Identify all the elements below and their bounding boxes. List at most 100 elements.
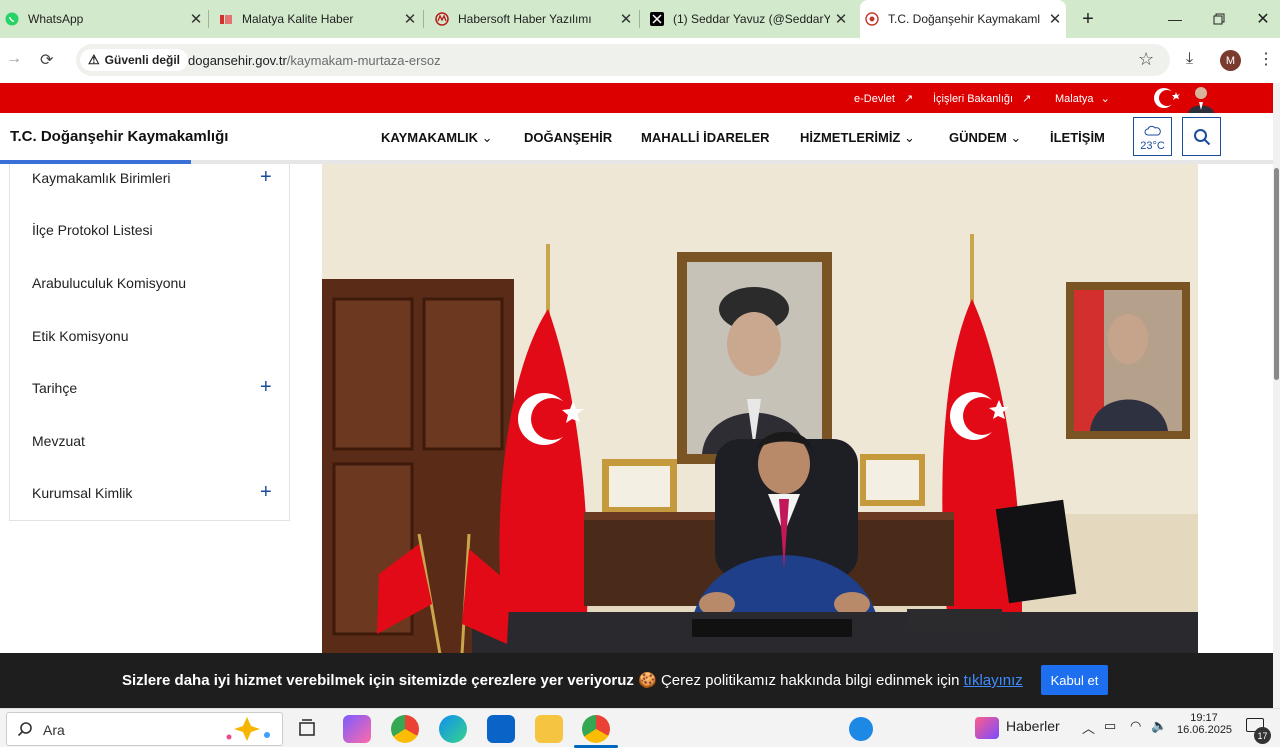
cookie-policy-link[interactable]: tıklayınız (964, 672, 1023, 689)
menu-label: HİZMETLERİMİZ (800, 130, 901, 145)
forward-icon[interactable]: → (6, 50, 22, 68)
edge-app-icon[interactable] (439, 715, 467, 743)
link-malatya[interactable]: Malatya ⌄ (1055, 92, 1110, 105)
tab-title: WhatsApp (28, 12, 84, 26)
turkish-flag-crescent-icon (1154, 88, 1180, 108)
chevron-down-icon: ⌄ (481, 130, 493, 145)
url-text[interactable]: dogansehir.gov.tr/kaymakam-murtaza-ersoz (188, 53, 441, 68)
clock-time: 19:17 (1190, 712, 1218, 724)
cookie-banner: Sizlere daha iyi hizmet verebilmek için … (0, 653, 1273, 708)
windows-taskbar: Ara Haberler ︿ ▭ ◠ 🔈 19:17 16.06.2025 17 (0, 708, 1280, 748)
search-icon (17, 722, 32, 737)
weather-widget[interactable]: 23°C (1133, 117, 1172, 156)
menu-hizmetlerimiz[interactable]: HİZMETLERİMİZ ⌄ (800, 130, 915, 146)
chrome-app-icon[interactable] (391, 715, 419, 743)
download-icon[interactable]: ⤓ (1186, 50, 1193, 68)
expand-plus-icon[interactable]: + (260, 481, 272, 504)
menu-label: KAYMAKAMLIK (381, 130, 479, 145)
task-view-icon[interactable] (293, 715, 321, 743)
sidebar-item-mevzuat[interactable]: Mevzuat (32, 433, 85, 449)
tab-dogansehir-active[interactable]: T.C. Doğanşehir Kaymakaml ✕ (860, 0, 1066, 38)
help-icon[interactable] (849, 717, 873, 741)
sidebar-item-etik-komisyonu[interactable]: Etik Komisyonu (32, 328, 128, 344)
whatsapp-icon (4, 11, 20, 27)
clock[interactable]: 19:17 16.06.2025 (1177, 712, 1232, 736)
minimize-icon[interactable]: — (1153, 0, 1197, 38)
accept-cookies-button[interactable]: Kabul et (1041, 665, 1108, 695)
tab-whatsapp[interactable]: WhatsApp ✕ (0, 0, 207, 38)
expand-plus-icon[interactable]: + (260, 166, 272, 189)
wifi-icon[interactable]: ◠ (1130, 718, 1141, 734)
close-tab-icon[interactable]: ✕ (1044, 10, 1066, 28)
search-button[interactable] (1182, 117, 1221, 156)
menu-label: GÜNDEM (949, 130, 1007, 145)
tab-title: Malatya Kalite Haber (242, 12, 354, 26)
sidebar-item-arabuluculuk-komisyonu[interactable]: Arabuluculuk Komisyonu (32, 275, 186, 291)
close-tab-icon[interactable]: ✕ (399, 10, 421, 28)
external-arrow-icon: ↗ (904, 93, 914, 105)
link-edevlet[interactable]: e-Devlet ↗ (854, 92, 913, 105)
news-widget-label[interactable]: Haberler (1006, 718, 1060, 734)
tab-habersoft[interactable]: Habersoft Haber Yazılımı ✕ (430, 0, 637, 38)
volume-icon[interactable]: 🔈 (1151, 718, 1167, 734)
tab-title: Habersoft Haber Yazılımı (458, 12, 592, 26)
warning-icon: ⚠ (88, 52, 100, 67)
browser-tab-strip: WhatsApp ✕ Malatya Kalite Haber ✕ Habers… (0, 0, 1280, 38)
url-path: /kaymakam-murtaza-ersoz (286, 53, 441, 68)
chevron-down-icon: ⌄ (904, 130, 915, 145)
reload-icon[interactable]: ⟳ (40, 50, 53, 70)
office-scene-illustration (322, 164, 1198, 654)
chevron-up-icon[interactable]: ︿ (1082, 718, 1095, 737)
sidebar-item-kurumsal-kimlik[interactable]: Kurumsal Kimlik (32, 485, 132, 501)
cookie-bold-text: Sizlere daha iyi hizmet verebilmek için … (122, 672, 634, 689)
new-tab-button[interactable]: + (1066, 0, 1110, 38)
close-window-icon[interactable]: ✕ (1241, 0, 1280, 38)
bookmark-star-icon[interactable]: ☆ (1138, 49, 1154, 70)
notification-badge: 17 (1254, 727, 1271, 744)
tab-title: T.C. Doğanşehir Kaymakaml (888, 12, 1041, 26)
copilot-app-icon[interactable] (343, 715, 371, 743)
tab-separator (423, 10, 424, 28)
link-icisleri[interactable]: İçişleri Bakanlığı ↗ (933, 92, 1031, 105)
more-menu-icon[interactable]: ⋮ (1258, 49, 1274, 69)
profile-avatar[interactable]: M (1220, 50, 1241, 71)
menu-gundem[interactable]: GÜNDEM ⌄ (949, 130, 1021, 146)
sidebar-item-kaymakamlik-birimleri[interactable]: Kaymakamlık Birimleri (32, 170, 170, 186)
menu-dogansehir[interactable]: DOĞANŞEHİR (524, 130, 612, 145)
site-brand[interactable]: T.C. Doğanşehir Kaymakamlığı (10, 128, 228, 145)
close-tab-icon[interactable]: ✕ (830, 10, 852, 28)
x-icon (649, 11, 665, 27)
menu-kaymakamlik[interactable]: KAYMAKAMLIK ⌄ (381, 130, 493, 146)
battery-icon[interactable]: ▭ (1104, 718, 1116, 734)
external-arrow-icon: ↗ (1022, 93, 1032, 105)
sidebar-item-tarihce[interactable]: Tarihçe (32, 380, 77, 396)
expand-plus-icon[interactable]: + (260, 376, 272, 399)
tab-separator (208, 10, 209, 28)
chrome-profile-app-icon[interactable] (582, 715, 610, 743)
chevron-down-icon: ⌄ (1010, 130, 1022, 145)
chevron-down-icon: ⌄ (1100, 93, 1110, 105)
cookie-text: Çerez politikamız hakkında bilgi edinmek… (660, 672, 960, 689)
sidebar-item-ilce-protokol-listesi[interactable]: İlçe Protokol Listesi (32, 222, 153, 238)
menu-mahalli-idareler[interactable]: MAHALLİ İDARELER (641, 130, 770, 145)
page-scrollbar-thumb[interactable] (1274, 168, 1279, 380)
news-widget-icon[interactable] (975, 717, 999, 739)
taskbar-search-placeholder: Ara (43, 722, 65, 738)
taskbar-search[interactable]: Ara (6, 712, 283, 746)
security-chip[interactable]: ⚠ Güvenli değil (80, 49, 189, 71)
utility-bar: e-Devlet ↗ İçişleri Bakanlığı ↗ Malatya … (0, 83, 1273, 113)
copilot-sparkle-icon (226, 717, 270, 741)
restore-icon[interactable] (1197, 0, 1241, 38)
cookie-message: Sizlere daha iyi hizmet verebilmek için … (122, 671, 1023, 689)
file-explorer-icon[interactable] (535, 715, 563, 743)
search-icon (1193, 128, 1210, 145)
security-chip-label: Güvenli değil (104, 53, 181, 67)
outlook-app-icon[interactable] (487, 715, 515, 743)
tab-malatya-kalite-haber[interactable]: Malatya Kalite Haber ✕ (214, 0, 421, 38)
weather-temp: 23°C (1140, 140, 1165, 152)
menu-iletisim[interactable]: İLETİŞİM (1050, 130, 1105, 145)
tab-title: (1) Seddar Yavuz (@SeddarY (673, 12, 830, 26)
tab-x-profile[interactable]: (1) Seddar Yavuz (@SeddarY ✕ (645, 0, 852, 38)
close-tab-icon[interactable]: ✕ (185, 10, 207, 28)
close-tab-icon[interactable]: ✕ (615, 10, 637, 28)
